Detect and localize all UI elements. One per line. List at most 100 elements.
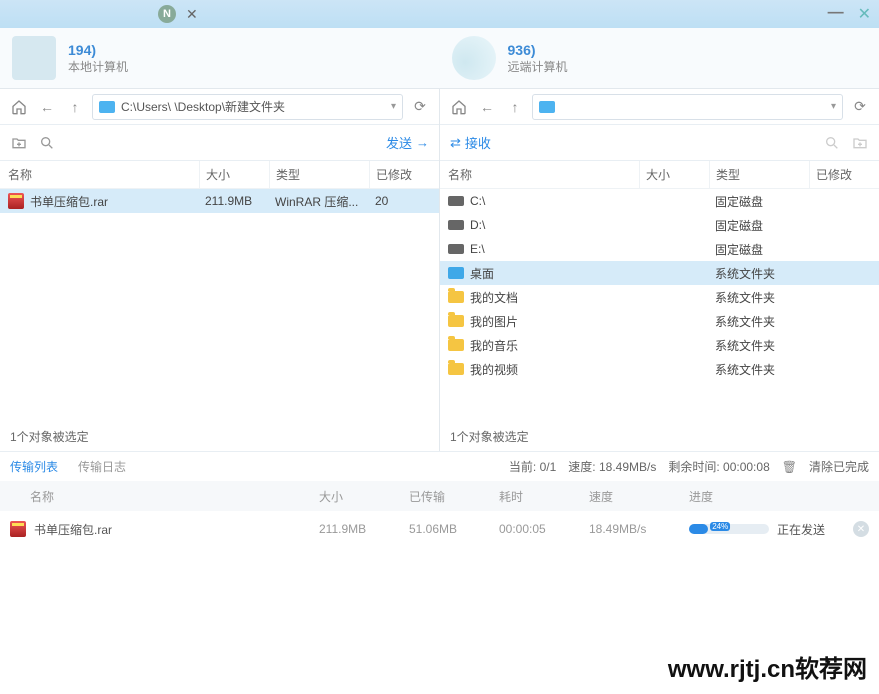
local-file-header: 名称 大小 类型 已修改: [0, 161, 439, 189]
file-type: 系统文件夹: [709, 265, 809, 282]
transfer-stats: 当前: 0/1 速度: 18.49MB/s 剩余时间: 00:00:08 🗑 清…: [509, 458, 869, 475]
local-nav: ← ↑ C:\Users\ \Desktop\新建文件夹 ▾ ⟳: [0, 89, 439, 125]
title-left: N ✕: [8, 5, 198, 23]
file-type: 系统文件夹: [709, 313, 809, 330]
trash-icon[interactable]: 🗑: [782, 460, 797, 474]
refresh-icon[interactable]: ⟳: [409, 96, 431, 118]
file-name: E:\: [470, 242, 485, 256]
col-name[interactable]: 名称: [440, 166, 639, 183]
col-name[interactable]: 名称: [0, 166, 199, 183]
file-type: 系统文件夹: [709, 361, 809, 378]
remote-file-header: 名称 大小 类型 已修改: [440, 161, 879, 189]
file-name: D:\: [470, 218, 485, 232]
local-computer-icon: [12, 36, 56, 80]
table-row[interactable]: 我的文档系统文件夹: [440, 285, 879, 309]
file-name: C:\: [470, 194, 485, 208]
stat-current: 当前: 0/1: [509, 458, 556, 475]
transfer-name: 书单压缩包.rar: [10, 521, 319, 538]
table-row[interactable]: 桌面系统文件夹: [440, 261, 879, 285]
file-type: 固定磁盘: [709, 193, 809, 210]
cancel-icon[interactable]: ✕: [853, 521, 869, 537]
remote-file-area: 名称 大小 类型 已修改 C:\ 固定磁盘 D:\固定磁盘 E:\ 固定磁盘桌面系统文件…: [440, 161, 879, 421]
remote-path-input[interactable]: ▾: [532, 94, 843, 120]
title-controls: — ✕: [828, 4, 871, 24]
table-row[interactable]: 书单压缩包.rar211.9MBWinRAR 压缩...20: [0, 189, 439, 213]
remote-nav: ← ↑ ▾ ⟳: [440, 89, 879, 125]
chevron-down-icon[interactable]: ▾: [391, 101, 396, 112]
progress-bar: 24%: [689, 524, 769, 534]
monitor-icon: [539, 101, 555, 113]
file-modified: 20: [369, 194, 439, 208]
col-type[interactable]: 类型: [269, 161, 369, 188]
search-icon[interactable]: [823, 134, 841, 152]
monitor-icon: [99, 101, 115, 113]
tab-close-icon[interactable]: ✕: [186, 6, 198, 23]
file-type: 系统文件夹: [709, 337, 809, 354]
remote-rows: C:\ 固定磁盘 D:\固定磁盘 E:\ 固定磁盘桌面系统文件夹我的文档系统文件夹我的图…: [440, 189, 879, 381]
file-type: 固定磁盘: [709, 241, 809, 258]
remote-label: 远端计算机: [508, 58, 568, 75]
transfer-header: 名称 大小 已传输 耗时 速度 进度: [0, 481, 879, 511]
progress-fill: 24%: [689, 524, 708, 534]
send-button[interactable]: 发送 →: [386, 133, 429, 152]
drive-icon: [448, 196, 464, 206]
tab-transfer-queue[interactable]: 传输列表: [10, 458, 58, 475]
local-file-area: 名称 大小 类型 已修改 书单压缩包.rar211.9MBWinRAR 压缩..…: [0, 161, 439, 421]
rar-icon: [10, 521, 26, 537]
transfer-row[interactable]: 书单压缩包.rar 211.9MB 51.06MB 00:00:05 18.49…: [0, 511, 879, 547]
folder-icon: [448, 339, 464, 351]
new-folder-icon[interactable]: [10, 134, 28, 152]
receive-button[interactable]: ⇄ 接收: [450, 133, 491, 152]
local-id: 194): [68, 42, 128, 58]
titlebar: N ✕ — ✕: [0, 0, 879, 28]
transfer-speed: 18.49MB/s: [589, 522, 689, 536]
local-send: 发送 →: [386, 133, 429, 152]
up-icon[interactable]: ↑: [504, 96, 526, 118]
back-icon[interactable]: ←: [476, 96, 498, 118]
up-icon[interactable]: ↑: [64, 96, 86, 118]
col-modified[interactable]: 已修改: [369, 161, 439, 188]
transfer-status-text: 正在发送: [777, 521, 825, 538]
local-panel: ← ↑ C:\Users\ \Desktop\新建文件夹 ▾ ⟳ 发送 → 名称: [0, 89, 440, 451]
table-row[interactable]: 我的音乐系统文件夹: [440, 333, 879, 357]
col-modified[interactable]: 已修改: [809, 161, 879, 188]
th-name: 名称: [10, 488, 319, 505]
rar-icon: [8, 193, 24, 209]
local-status: 1个对象被选定: [0, 421, 439, 451]
col-size[interactable]: 大小: [639, 161, 709, 188]
table-row[interactable]: D:\固定磁盘: [440, 213, 879, 237]
table-row[interactable]: E:\ 固定磁盘: [440, 237, 879, 261]
refresh-icon[interactable]: ⟳: [849, 96, 871, 118]
file-name: 书单压缩包.rar: [30, 193, 108, 210]
col-type[interactable]: 类型: [709, 161, 809, 188]
file-type: 系统文件夹: [709, 289, 809, 306]
remote-computer: 936) 远端计算机: [440, 28, 879, 88]
local-info: 194) 本地计算机: [68, 42, 128, 75]
remote-id: 936): [508, 42, 568, 58]
new-folder-icon[interactable]: [851, 134, 869, 152]
search-icon[interactable]: [38, 134, 56, 152]
chevron-down-icon[interactable]: ▾: [831, 101, 836, 112]
local-path-input[interactable]: C:\Users\ \Desktop\新建文件夹 ▾: [92, 94, 403, 120]
local-path-text: C:\Users\ \Desktop\新建文件夹: [121, 98, 285, 115]
drive-icon: [448, 244, 464, 254]
stat-remain: 剩余时间: 00:00:08: [668, 458, 769, 475]
remote-tools: [823, 134, 869, 152]
close-icon[interactable]: ✕: [858, 4, 871, 24]
minimize-icon[interactable]: —: [828, 4, 844, 24]
drive-icon: [448, 220, 464, 230]
th-size: 大小: [319, 488, 409, 505]
table-row[interactable]: C:\ 固定磁盘: [440, 189, 879, 213]
remote-action-bar: ⇄ 接收: [440, 125, 879, 161]
folder-icon: [448, 315, 464, 327]
tab-transfer-log[interactable]: 传输日志: [78, 458, 126, 475]
folder-icon: [448, 363, 464, 375]
home-icon[interactable]: [448, 96, 470, 118]
local-computer: 194) 本地计算机: [0, 28, 440, 88]
table-row[interactable]: 我的视频系统文件夹: [440, 357, 879, 381]
col-size[interactable]: 大小: [199, 161, 269, 188]
back-icon[interactable]: ←: [36, 96, 58, 118]
table-row[interactable]: 我的图片系统文件夹: [440, 309, 879, 333]
clear-completed[interactable]: 清除已完成: [809, 458, 869, 475]
home-icon[interactable]: [8, 96, 30, 118]
